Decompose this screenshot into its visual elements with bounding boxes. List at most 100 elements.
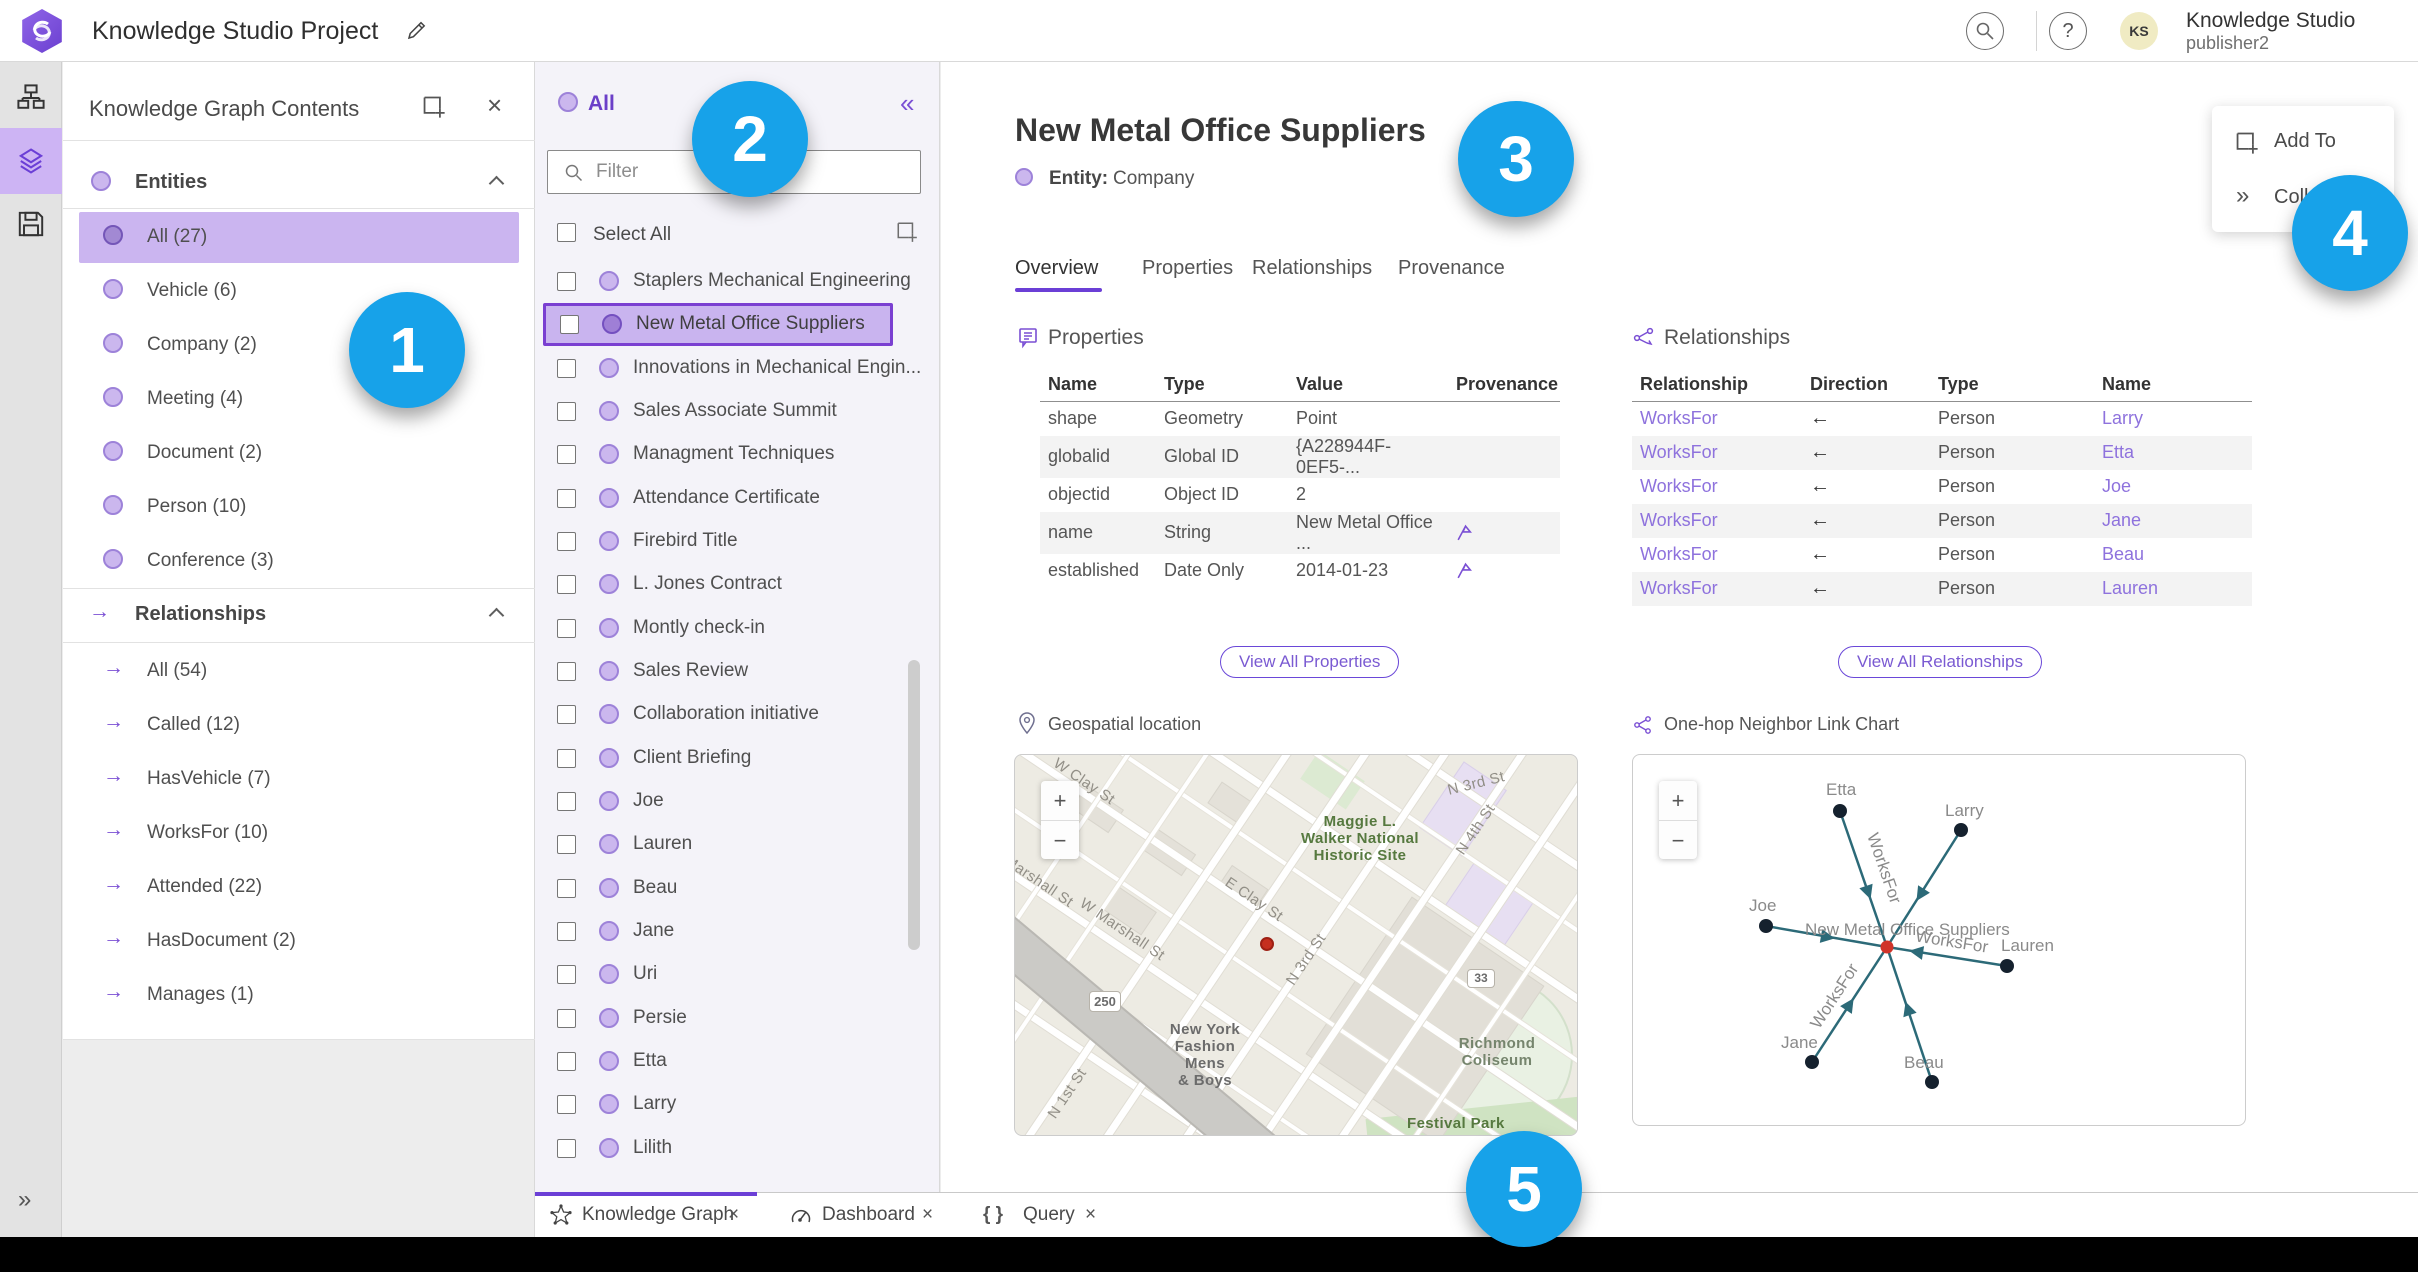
list-item[interactable]: Client Briefing (543, 737, 893, 780)
entity-filter-person[interactable]: Person (10) (79, 482, 519, 533)
list-item[interactable]: Joe (543, 780, 893, 823)
close-panel-icon[interactable]: × (487, 90, 502, 121)
relationship-row[interactable]: WorksFor ← Person Larry (1632, 402, 2252, 436)
tab-overview[interactable]: Overview (1015, 257, 1098, 280)
item-checkbox[interactable] (557, 575, 576, 594)
item-checkbox[interactable] (557, 965, 576, 984)
list-item[interactable]: Attendance Certificate (543, 477, 893, 520)
layers-tool-active[interactable] (0, 128, 62, 194)
property-row[interactable]: objectid Object ID 2 (1040, 478, 1560, 512)
close-tab-icon[interactable]: × (922, 1204, 933, 1226)
rel-filter-worksfor[interactable]: → WorksFor (10) (79, 808, 519, 859)
tab-knowledge-graph[interactable]: Knowledge Graph × (550, 1193, 760, 1238)
view-all-relationships-button[interactable]: View All Relationships (1838, 646, 2042, 678)
collapse-entities-icon[interactable] (488, 175, 505, 192)
list-item[interactable]: Jane (543, 910, 893, 953)
list-item[interactable]: Montly check-in (543, 607, 893, 650)
list-item-selected[interactable]: New Metal Office Suppliers (543, 303, 893, 346)
tab-properties[interactable]: Properties (1142, 257, 1233, 280)
save-icon[interactable] (17, 210, 45, 238)
item-checkbox[interactable] (557, 1009, 576, 1028)
search-button[interactable] (1966, 12, 2004, 50)
related-entity-link[interactable]: Lauren (2094, 572, 2252, 606)
tab-relationships[interactable]: Relationships (1252, 257, 1372, 280)
collapse-list-panel-icon[interactable]: « (900, 88, 914, 119)
provenance-flag-icon[interactable] (1456, 523, 1473, 542)
item-checkbox[interactable] (557, 1095, 576, 1114)
select-all-checkbox[interactable] (557, 223, 576, 242)
relationship-link[interactable]: WorksFor (1632, 572, 1802, 606)
list-item[interactable]: Lauren (543, 823, 893, 866)
item-checkbox[interactable] (557, 835, 576, 854)
center-node[interactable] (1880, 940, 1894, 954)
add-to-new-view-icon[interactable] (421, 94, 447, 120)
relationship-row[interactable]: WorksFor ← Person Etta (1632, 435, 2252, 470)
list-item[interactable]: Managment Techniques (543, 433, 893, 476)
list-item[interactable]: Innovations in Mechanical Engin... (543, 347, 921, 390)
one-hop-link-chart[interactable]: WorksFor WorksFor WorksFor Etta Larry Jo… (1632, 754, 2246, 1126)
list-item[interactable]: Uri (543, 953, 893, 996)
item-checkbox[interactable] (560, 315, 579, 334)
item-checkbox[interactable] (557, 402, 576, 421)
item-checkbox[interactable] (557, 489, 576, 508)
provenance-flag-icon[interactable] (1456, 561, 1473, 580)
list-type-label[interactable]: All (588, 92, 615, 116)
relationship-link[interactable]: WorksFor (1632, 504, 1802, 538)
rel-filter-hasvehicle[interactable]: → HasVehicle (7) (79, 754, 519, 805)
project-tree-icon[interactable] (17, 84, 45, 112)
property-row[interactable]: globalid Global ID {A228944F-0EF5-... (1040, 435, 1560, 478)
item-checkbox[interactable] (557, 792, 576, 811)
property-row[interactable]: established Date Only 2014-01-23 (1040, 554, 1560, 588)
rel-filter-called[interactable]: → Called (12) (79, 700, 519, 751)
avatar[interactable]: KS (2120, 12, 2158, 50)
list-scrollbar-thumb[interactable] (908, 660, 920, 950)
list-item[interactable]: Firebird Title (543, 520, 893, 563)
list-item[interactable]: Larry (543, 1083, 893, 1126)
relationship-row[interactable]: WorksFor ← Person Beau (1632, 538, 2252, 572)
list-item[interactable]: L. Jones Contract (543, 563, 893, 606)
rel-filter-manages[interactable]: → Manages (1) (79, 970, 519, 1021)
entity-filter-all[interactable]: All (27) (79, 212, 519, 263)
related-entity-link[interactable]: Larry (2094, 402, 2252, 436)
item-checkbox[interactable] (557, 359, 576, 378)
add-selection-icon[interactable] (895, 220, 919, 244)
rel-filter-hasdocument[interactable]: → HasDocument (2) (79, 916, 519, 967)
tab-dashboard[interactable]: Dashboard × (790, 1193, 950, 1238)
add-to-button[interactable]: Add To (2212, 114, 2394, 170)
entities-section-header[interactable]: Entities (63, 158, 535, 208)
relationship-row[interactable]: WorksFor ← Person Lauren (1632, 571, 2252, 606)
list-item[interactable]: Persie (543, 997, 893, 1040)
rel-filter-attended[interactable]: → Attended (22) (79, 862, 519, 913)
chart-zoom-out-button[interactable]: − (1659, 820, 1697, 859)
item-checkbox[interactable] (557, 879, 576, 898)
item-checkbox[interactable] (557, 1052, 576, 1071)
rel-filter-all[interactable]: → All (54) (79, 646, 519, 697)
list-item[interactable]: Lilith (543, 1127, 893, 1170)
list-item[interactable]: Etta (543, 1040, 893, 1083)
item-checkbox[interactable] (557, 272, 576, 291)
help-button[interactable]: ? (2049, 12, 2087, 50)
item-checkbox[interactable] (557, 532, 576, 551)
expand-rail-icon[interactable]: » (18, 1186, 31, 1214)
item-checkbox[interactable] (557, 662, 576, 681)
relationship-row[interactable]: WorksFor ← Person Jane (1632, 503, 2252, 538)
relationship-link[interactable]: WorksFor (1632, 538, 1802, 572)
edit-title-icon[interactable] (404, 19, 428, 43)
close-tab-icon[interactable]: × (728, 1204, 739, 1226)
related-entity-link[interactable]: Etta (2094, 436, 2252, 470)
map-zoom-in-button[interactable]: + (1041, 781, 1079, 820)
geospatial-map[interactable]: W Clay St N 3rd St Maggie L. Walker Nati… (1014, 754, 1578, 1136)
tab-query[interactable]: { } Query × (983, 1193, 1113, 1238)
related-entity-link[interactable]: Joe (2094, 470, 2252, 504)
relationship-link[interactable]: WorksFor (1632, 402, 1802, 436)
list-item[interactable]: Sales Review (543, 650, 893, 693)
related-entity-link[interactable]: Beau (2094, 538, 2252, 572)
view-all-properties-button[interactable]: View All Properties (1220, 646, 1400, 678)
item-checkbox[interactable] (557, 749, 576, 768)
relationship-link[interactable]: WorksFor (1632, 436, 1802, 470)
entity-filter-document[interactable]: Document (2) (79, 428, 519, 479)
collapse-relationships-icon[interactable] (488, 607, 505, 624)
item-checkbox[interactable] (557, 705, 576, 724)
relationship-row[interactable]: WorksFor ← Person Joe (1632, 470, 2252, 504)
item-checkbox[interactable] (557, 619, 576, 638)
